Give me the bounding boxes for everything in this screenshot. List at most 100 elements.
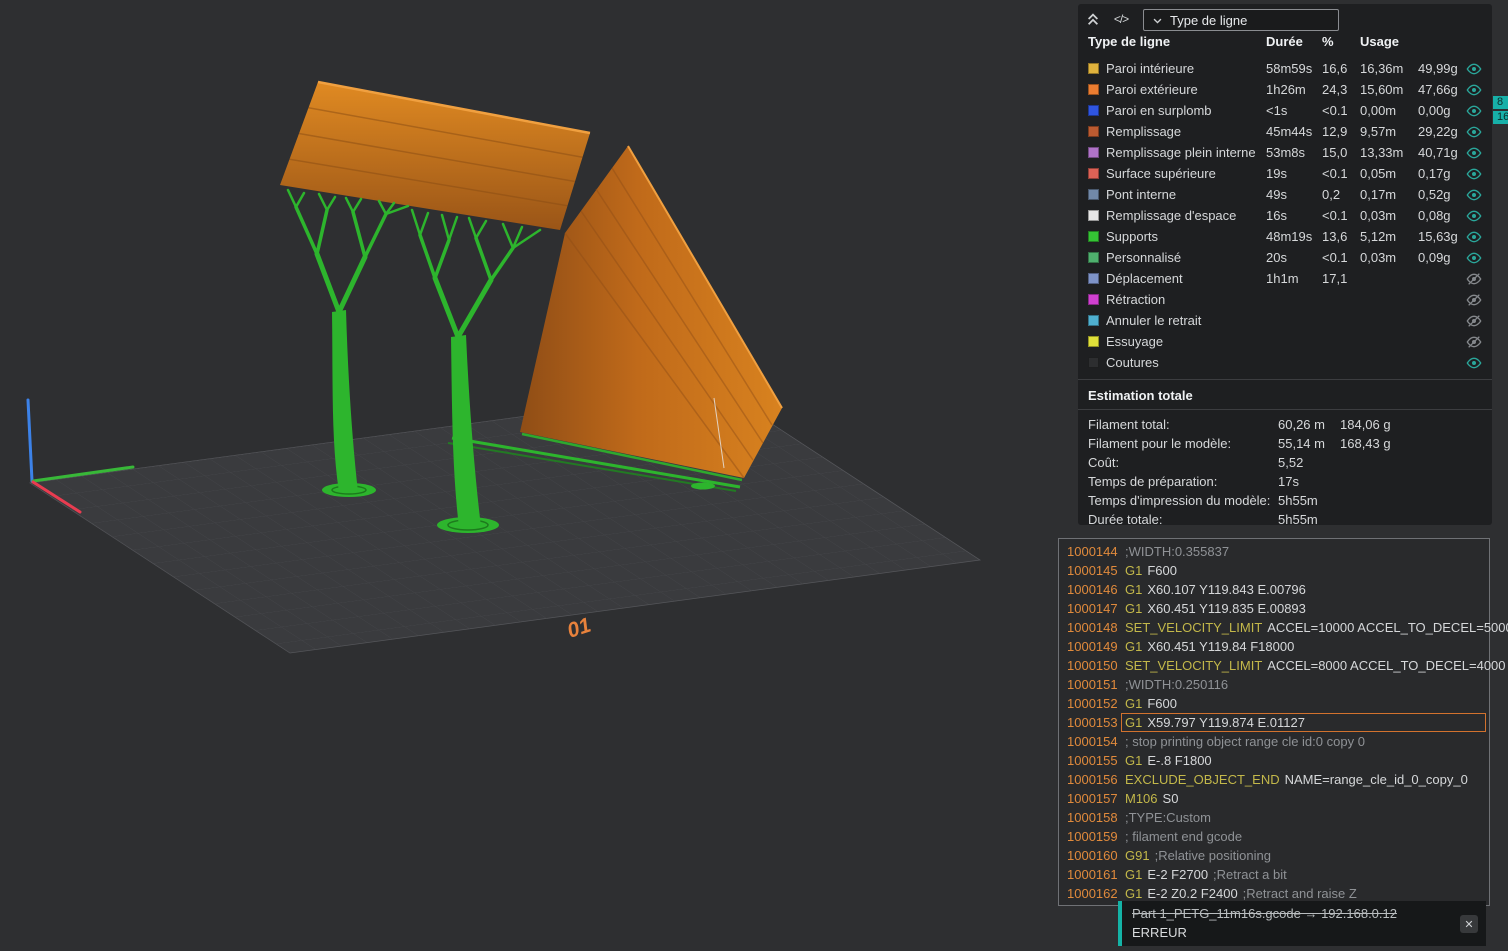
line-type-row: Paroi en surplomb <1s <0.1 0,00m 0,00g — [1078, 100, 1492, 121]
visibility-eye-icon[interactable] — [1466, 61, 1482, 77]
line-type-percent: 15,0 — [1322, 145, 1348, 160]
line-type-duration: <1s — [1266, 103, 1288, 118]
line-type-color-swatch — [1088, 336, 1099, 347]
divider — [1078, 379, 1492, 380]
gcode-line[interactable]: 1000156 EXCLUDE_OBJECT_END NAME=range_cle_… — [1059, 770, 1489, 789]
line-type-label: Personnalisé — [1106, 250, 1182, 265]
visibility-eye-icon[interactable] — [1466, 313, 1482, 329]
gcode-line[interactable]: 1000154 ; stop printing object range cle … — [1059, 732, 1489, 751]
gcode-line[interactable]: 1000151 ;WIDTH:0.250116 — [1059, 675, 1489, 694]
gcode-line[interactable]: 1000147 G1 X60.451 Y119.835 E.00893 — [1059, 599, 1489, 618]
visibility-eye-icon[interactable] — [1466, 166, 1482, 182]
line-type-label: Paroi intérieure — [1106, 61, 1195, 76]
collapse-panel-icon[interactable] — [1082, 9, 1104, 29]
line-type-meters: 0,00m — [1360, 103, 1397, 118]
gcode-params: F600 — [1147, 563, 1177, 578]
gcode-line[interactable]: 1000149 G1 X60.451 Y119.84 F18000 — [1059, 637, 1489, 656]
gcode-line-number: 1000158 — [1067, 810, 1118, 825]
close-icon[interactable]: ✕ — [1460, 915, 1478, 933]
gcode-line-number: 1000159 — [1067, 829, 1118, 844]
visibility-eye-icon[interactable] — [1466, 355, 1482, 371]
gcode-line[interactable]: 1000160 G91 ;Relative positioning — [1059, 846, 1489, 865]
line-type-duration: 53m8s — [1266, 145, 1306, 160]
line-type-row: Surface supérieure 19s <0.1 0,05m 0,17g — [1078, 163, 1492, 184]
visibility-eye-icon[interactable] — [1466, 229, 1482, 245]
estimation-row: Temps d'impression du modèle: 5h55m — [1078, 491, 1492, 510]
line-type-label: Remplissage — [1106, 124, 1182, 139]
visibility-eye-icon[interactable] — [1466, 250, 1482, 266]
gcode-line[interactable]: 1000145 G1 F600 — [1059, 561, 1489, 580]
gcode-line[interactable]: 1000158 ;TYPE:Custom — [1059, 808, 1489, 827]
gcode-command: G1 — [1125, 601, 1143, 616]
line-type-duration: 20s — [1266, 250, 1287, 265]
gcode-line-number: 1000160 — [1067, 848, 1118, 863]
gcode-comment: ;WIDTH:0.355837 — [1125, 544, 1230, 559]
line-type-color-swatch — [1088, 63, 1099, 74]
visibility-eye-icon[interactable] — [1466, 145, 1482, 161]
gcode-line[interactable]: 1000161 G1 E-2 F2700 ;Retract a bit — [1059, 865, 1489, 884]
visibility-eye-icon[interactable] — [1466, 271, 1482, 287]
estimation-value-1: 5,52 — [1278, 455, 1304, 470]
line-type-grams: 0,09g — [1418, 250, 1451, 265]
gcode-line[interactable]: 1000146 G1 X60.107 Y119.843 E.00796 — [1059, 580, 1489, 599]
estimation-label: Filament total: — [1088, 417, 1170, 432]
visibility-eye-icon[interactable] — [1466, 103, 1482, 119]
gcode-line[interactable]: 1000157 M106 S0 — [1059, 789, 1489, 808]
view-mode-dropdown[interactable]: Type de ligne — [1143, 9, 1339, 31]
line-type-label: Surface supérieure — [1106, 166, 1216, 181]
line-type-rows: Paroi intérieure 58m59s 16,6 16,36m 49,9… — [1078, 58, 1492, 373]
line-type-color-swatch — [1088, 105, 1099, 116]
line-type-color-swatch — [1088, 357, 1099, 368]
line-type-label: Supports — [1106, 229, 1159, 244]
line-type-meters: 0,03m — [1360, 250, 1397, 265]
gcode-line[interactable]: 1000153 G1 X59.797 Y119.874 E.01127 — [1059, 713, 1489, 732]
estimation-value-1: 55,14 m — [1278, 436, 1325, 451]
header-duration: Durée — [1266, 34, 1303, 49]
estimation-value-1: 17s — [1278, 474, 1299, 489]
gcode-line[interactable]: 1000159 ; filament end gcode — [1059, 827, 1489, 846]
gcode-params: F600 — [1147, 696, 1177, 711]
visibility-eye-icon[interactable] — [1466, 82, 1482, 98]
visibility-eye-icon[interactable] — [1466, 124, 1482, 140]
gcode-line-number: 1000161 — [1067, 867, 1118, 882]
gcode-line[interactable]: 1000148 SET_VELOCITY_LIMIT ACCEL=10000 ACC… — [1059, 618, 1508, 637]
line-type-duration: 1h1m — [1266, 271, 1299, 286]
chevron-down-icon — [1153, 18, 1162, 24]
line-type-color-swatch — [1088, 252, 1099, 263]
line-type-label: Rétraction — [1106, 292, 1166, 307]
gcode-line-number: 1000144 — [1067, 544, 1118, 559]
line-type-percent: 16,6 — [1322, 61, 1348, 76]
gcode-line[interactable]: 1000152 G1 F600 — [1059, 694, 1489, 713]
line-type-duration: 48m19s — [1266, 229, 1313, 244]
line-type-duration: 16s — [1266, 208, 1287, 223]
line-type-label: Coutures — [1106, 355, 1159, 370]
gcode-window-icon[interactable]: </> — [1110, 9, 1132, 29]
estimation-label: Filament pour le modèle: — [1088, 436, 1232, 451]
estimation-value-2: 184,06 g — [1340, 417, 1391, 432]
line-type-percent: 12,9 — [1322, 124, 1348, 139]
layer-badge: 16 — [1493, 111, 1508, 124]
gcode-line[interactable]: 1000150 SET_VELOCITY_LIMIT ACCEL=8000 ACCE… — [1059, 656, 1506, 675]
visibility-eye-icon[interactable] — [1466, 334, 1482, 350]
visibility-eye-icon[interactable] — [1466, 292, 1482, 308]
line-type-color-swatch — [1088, 126, 1099, 137]
line-type-duration: 45m44s — [1266, 124, 1313, 139]
line-type-row: Essuyage — [1078, 331, 1492, 352]
estimation-rows: Filament total: 60,26 m 184,06 g Filamen… — [1078, 415, 1492, 529]
line-type-color-swatch — [1088, 84, 1099, 95]
line-type-label: Remplissage plein interne — [1106, 145, 1256, 160]
gcode-comment: ;WIDTH:0.250116 — [1125, 677, 1229, 692]
line-type-label: Déplacement — [1106, 271, 1183, 286]
gcode-line[interactable]: 1000155 G1 E-.8 F1800 — [1059, 751, 1489, 770]
gcode-line-number: 1000152 — [1067, 696, 1118, 711]
visibility-eye-icon[interactable] — [1466, 208, 1482, 224]
line-type-color-swatch — [1088, 147, 1099, 158]
line-type-percent: 24,3 — [1322, 82, 1348, 97]
line-type-label: Remplissage d'espace — [1106, 208, 1237, 223]
gcode-line[interactable]: 1000144 ;WIDTH:0.355837 — [1059, 542, 1489, 561]
visibility-eye-icon[interactable] — [1466, 187, 1482, 203]
line-type-grams: 0,08g — [1418, 208, 1451, 223]
line-type-grams: 0,00g — [1418, 103, 1451, 118]
line-type-meters: 13,33m — [1360, 145, 1404, 160]
gcode-comment: ;Retract a bit — [1213, 867, 1287, 882]
